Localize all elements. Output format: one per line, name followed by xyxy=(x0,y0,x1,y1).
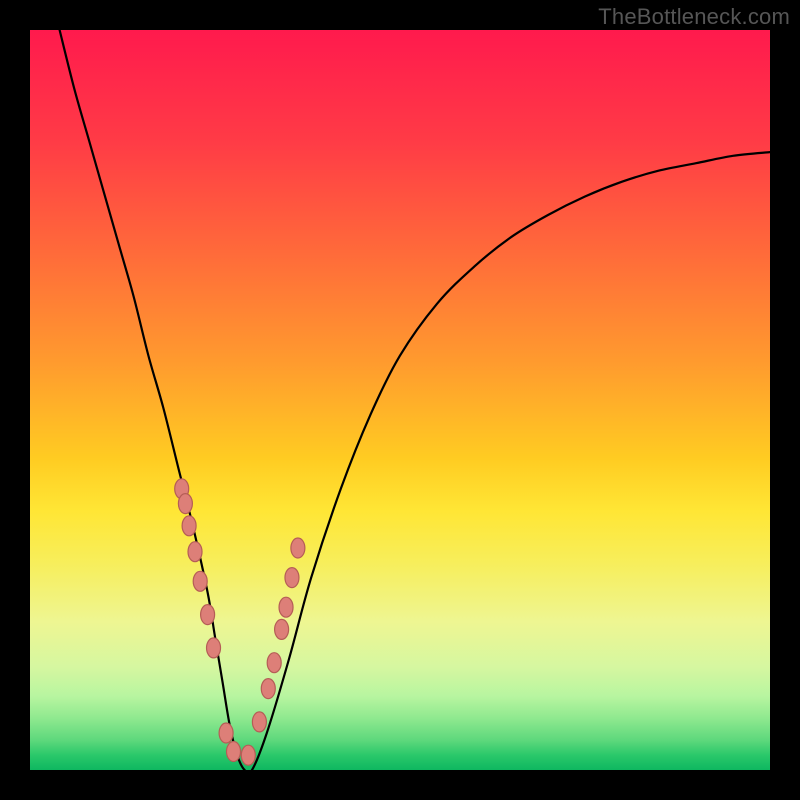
data-marker xyxy=(261,679,275,699)
data-marker xyxy=(219,723,233,743)
plot-area xyxy=(30,30,770,770)
data-marker xyxy=(285,568,299,588)
data-marker xyxy=(267,653,281,673)
data-marker xyxy=(201,605,215,625)
chart-frame: TheBottleneck.com xyxy=(0,0,800,800)
data-marker xyxy=(275,619,289,639)
watermark-text: TheBottleneck.com xyxy=(598,4,790,30)
data-marker xyxy=(193,571,207,591)
data-marker xyxy=(178,494,192,514)
data-marker xyxy=(291,538,305,558)
data-marker xyxy=(207,638,221,658)
data-marker xyxy=(227,742,241,762)
data-marker xyxy=(279,597,293,617)
data-marker xyxy=(252,712,266,732)
data-markers xyxy=(175,479,305,765)
data-marker xyxy=(188,542,202,562)
data-marker xyxy=(241,745,255,765)
plot-svg xyxy=(30,30,770,770)
data-marker xyxy=(182,516,196,536)
bottleneck-curve xyxy=(60,30,770,770)
